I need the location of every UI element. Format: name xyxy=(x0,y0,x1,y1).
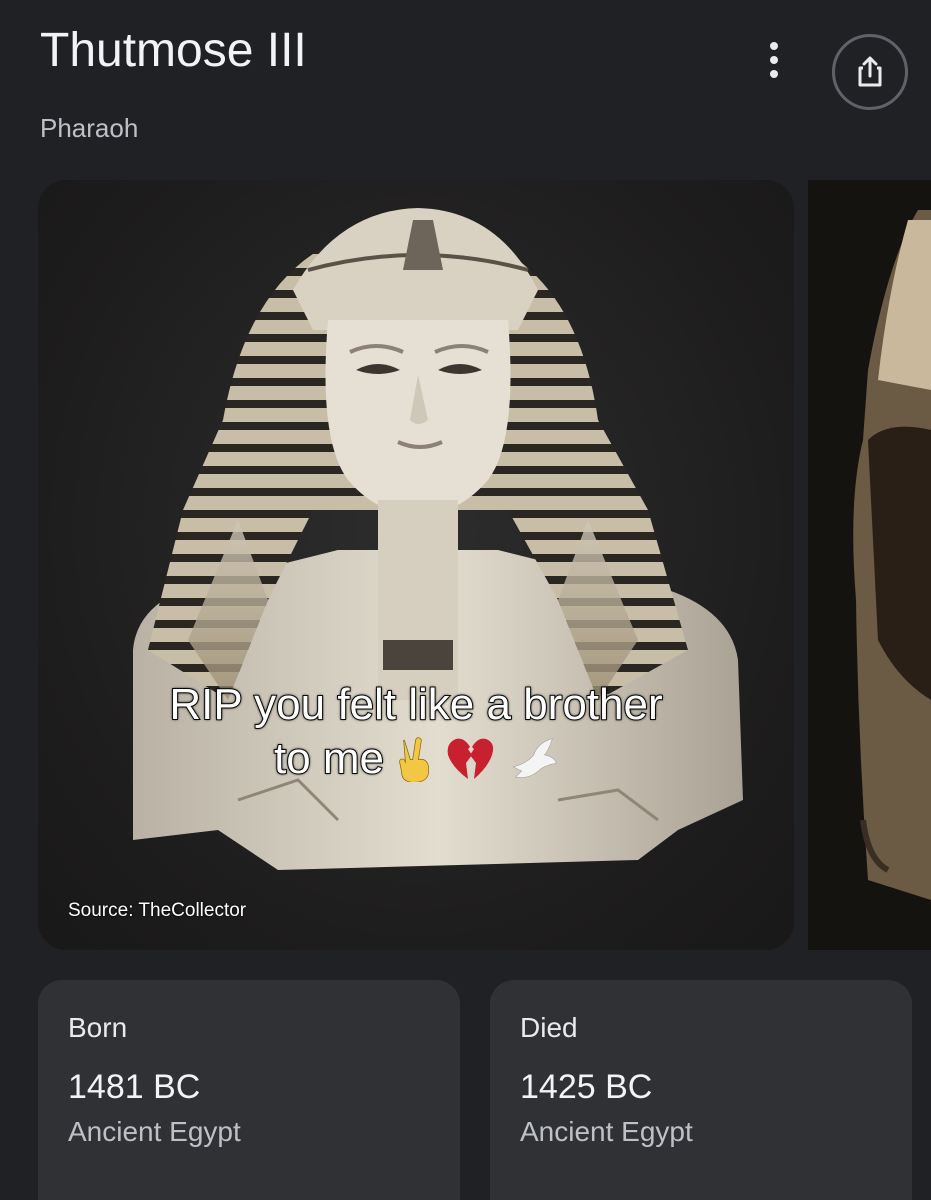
born-place[interactable]: Ancient Egypt xyxy=(68,1116,241,1148)
meme-caption: RIP you felt like a brother to me xyxy=(38,678,794,786)
died-place[interactable]: Ancient Egypt xyxy=(520,1116,693,1148)
page-title: Thutmose III xyxy=(40,24,307,77)
page-subtitle: Pharaoh xyxy=(40,113,139,143)
died-label: Died xyxy=(520,1012,578,1043)
victory-hand-icon xyxy=(399,737,429,782)
image-carousel[interactable]: RIP you felt like a brother to me Source… xyxy=(0,170,931,960)
next-image-card[interactable] xyxy=(808,180,931,950)
born-year: 1481 BC xyxy=(68,1068,201,1106)
statue-image-card[interactable]: RIP you felt like a brother to me Source… xyxy=(38,180,794,950)
caption-emojis xyxy=(396,736,558,782)
died-year: 1425 BC xyxy=(520,1068,653,1106)
caption-line-1: RIP you felt like a brother xyxy=(168,679,663,730)
statue-bust-image xyxy=(133,208,743,870)
broken-heart-icon xyxy=(447,738,494,779)
born-label: Born xyxy=(68,1012,128,1043)
caption-line-2-wrapper: to me xyxy=(273,732,558,786)
share-button[interactable] xyxy=(832,34,908,110)
knowledge-panel-header: Thutmose III Pharaoh xyxy=(0,0,931,170)
more-options-button[interactable] xyxy=(752,38,796,82)
more-vert-icon xyxy=(770,42,778,78)
share-icon xyxy=(858,56,882,87)
next-image-preview xyxy=(808,180,931,950)
born-card[interactable]: Born 1481 BC Ancient Egypt xyxy=(38,980,460,1200)
caption-line-2: to me xyxy=(273,733,385,784)
dove-icon xyxy=(512,738,557,778)
died-card[interactable]: Died 1425 BC Ancient Egypt xyxy=(490,980,912,1200)
image-source[interactable]: Source: TheCollector xyxy=(68,900,246,922)
